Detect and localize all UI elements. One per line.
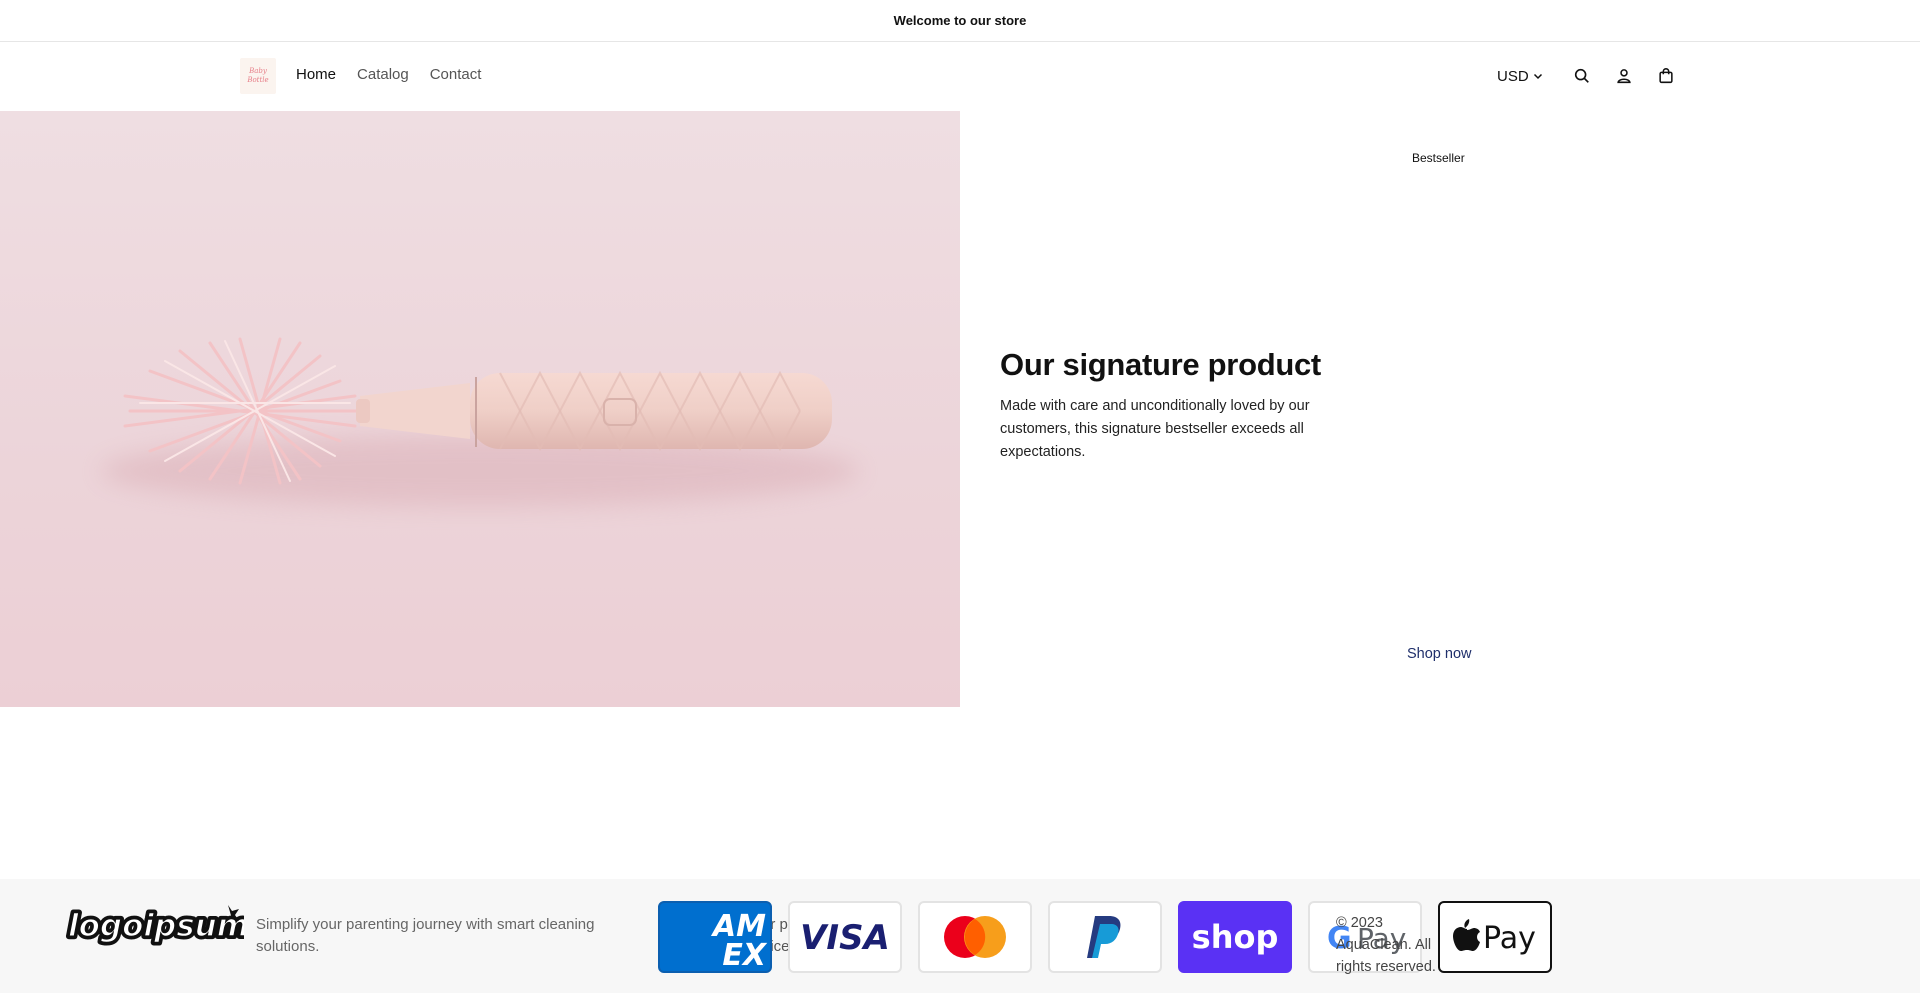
baby-bottle-logo-icon: Baby Bottle <box>246 67 268 84</box>
payment-apple-pay: Pay <box>1438 901 1552 973</box>
footer-logo[interactable]: logoipsum logoipsum <box>64 901 252 952</box>
hero-title: Our signature product <box>1000 347 1321 382</box>
account-icon <box>1617 69 1631 84</box>
footer-tagline: Simplify your parenting journey with sma… <box>256 916 595 955</box>
currency-selector[interactable]: USD <box>1497 68 1561 85</box>
mastercard-icon <box>944 916 1006 958</box>
svg-text:Baby: Baby <box>248 67 268 75</box>
store-logo[interactable]: Baby Bottle <box>240 58 276 94</box>
nav-home[interactable]: Home <box>296 66 336 83</box>
hero-description: Made with care and unconditionally loved… <box>1000 398 1310 460</box>
svg-text:logoipsum: logoipsum <box>68 908 244 944</box>
apple-pay-icon: Pay <box>1453 919 1536 956</box>
cart-button[interactable] <box>1645 62 1687 90</box>
nav-catalog[interactable]: Catalog <box>357 66 409 83</box>
shop-now-link[interactable]: Shop now <box>1407 646 1472 662</box>
nav-contact[interactable]: Contact <box>430 66 482 83</box>
header-actions: USD <box>1497 62 1687 90</box>
copyright-text: © 2023 AquaClean. All rights reserved. <box>1336 915 1436 975</box>
hero-image <box>0 111 960 707</box>
site-header: Baby Bottle Home Catalog Contact USD <box>0 42 1920 111</box>
svg-text:shop: shop <box>1192 918 1279 956</box>
account-button[interactable] <box>1603 62 1645 90</box>
logoipsum-logo-icon: logoipsum logoipsum <box>65 905 252 947</box>
search-button[interactable] <box>1561 62 1603 90</box>
logo-mark: Baby Bottle <box>243 64 273 88</box>
hero-content: Bestseller Our signature product Made wi… <box>960 111 1920 707</box>
payment-amex: AM EX <box>658 901 772 973</box>
payment-visa: VISA <box>788 901 902 973</box>
bestseller-badge: Bestseller <box>1412 151 1465 165</box>
paypal-icon <box>1087 916 1121 958</box>
currency-label: USD <box>1497 67 1529 85</box>
announcement-bar: Welcome to our store <box>0 0 1920 42</box>
payment-paypal <box>1048 901 1162 973</box>
payment-shop-pay: shop <box>1178 901 1292 973</box>
main-nav: Home Catalog Contact <box>296 66 481 83</box>
cart-icon <box>1659 68 1673 84</box>
chevron-down-icon <box>1533 73 1542 80</box>
site-footer: logoipsum logoipsum Simplify your parent… <box>0 879 1920 993</box>
svg-text:EX: EX <box>722 938 767 971</box>
announcement-text: Welcome to our store <box>893 13 1027 28</box>
amex-icon: AM EX <box>711 909 768 971</box>
svg-text:VISA: VISA <box>800 918 890 957</box>
bottle-brush-illustration <box>100 337 860 507</box>
visa-icon: VISA <box>800 918 890 957</box>
svg-text:Pay: Pay <box>1483 921 1536 956</box>
shop-pay-icon: shop <box>1192 918 1279 956</box>
search-icon <box>1574 68 1589 83</box>
svg-text:Bottle: Bottle <box>246 76 268 84</box>
payment-mastercard <box>918 901 1032 973</box>
